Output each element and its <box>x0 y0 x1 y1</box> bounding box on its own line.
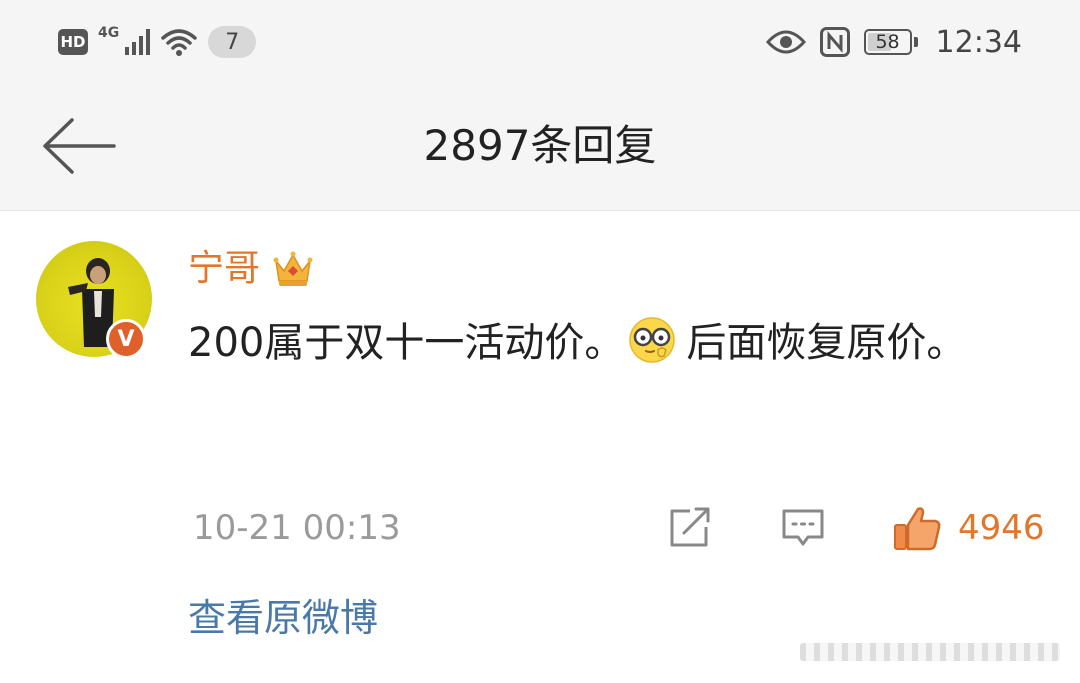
battery-icon: 58 <box>863 29 918 55</box>
reply-button[interactable] <box>780 507 826 549</box>
wifi-icon <box>161 29 197 56</box>
eye-icon <box>765 30 806 54</box>
page-title: 2897条回复 <box>423 121 657 170</box>
signal-icon <box>125 29 151 55</box>
like-button[interactable]: 4946 <box>892 503 1045 553</box>
hd-icon: HD <box>58 29 88 55</box>
glasses-emoji-icon <box>629 317 676 363</box>
username-row: 宁哥 <box>188 247 314 291</box>
status-bar: HD 4G 7 58 12:34 <box>0 0 1080 84</box>
comment-icon <box>782 509 824 546</box>
status-left: HD 4G 7 <box>58 22 257 62</box>
verified-badge: V <box>106 319 146 359</box>
like-count: 4946 <box>958 508 1045 548</box>
thumbs-up-icon <box>894 507 941 551</box>
clock: 12:34 <box>935 24 1022 60</box>
comment-text-part2: 后面恢复原价。 <box>686 320 967 366</box>
status-right: 58 12:34 <box>765 22 1022 62</box>
comment-meta-row: 10-21 00:13 4946 <box>0 503 1080 553</box>
comment-timestamp: 10-21 00:13 <box>193 508 401 548</box>
username[interactable]: 宁哥 <box>188 247 260 291</box>
network-type-label: 4G <box>98 25 120 41</box>
comment-text: 200属于双十一活动价。 后面恢复原价。 <box>188 315 1008 371</box>
share-button[interactable] <box>666 507 712 549</box>
page-header: 2897条回复 <box>0 84 1080 211</box>
view-original-link[interactable]: 查看原微博 <box>188 593 378 643</box>
battery-tip <box>913 37 918 47</box>
battery-level: 58 <box>875 31 900 53</box>
nfc-icon <box>819 27 850 57</box>
comment-item: V 宁哥 200属于双十一活动价。 后面恢复原价。 10-21 00:13 49… <box>0 211 1080 683</box>
battery-body: 58 <box>863 29 912 55</box>
comment-text-part1: 200属于双十一活动价。 <box>188 320 625 366</box>
gesture-handle <box>800 643 1060 661</box>
share-icon <box>670 507 710 547</box>
crown-icon <box>273 251 313 286</box>
notification-count-badge: 7 <box>208 26 257 58</box>
